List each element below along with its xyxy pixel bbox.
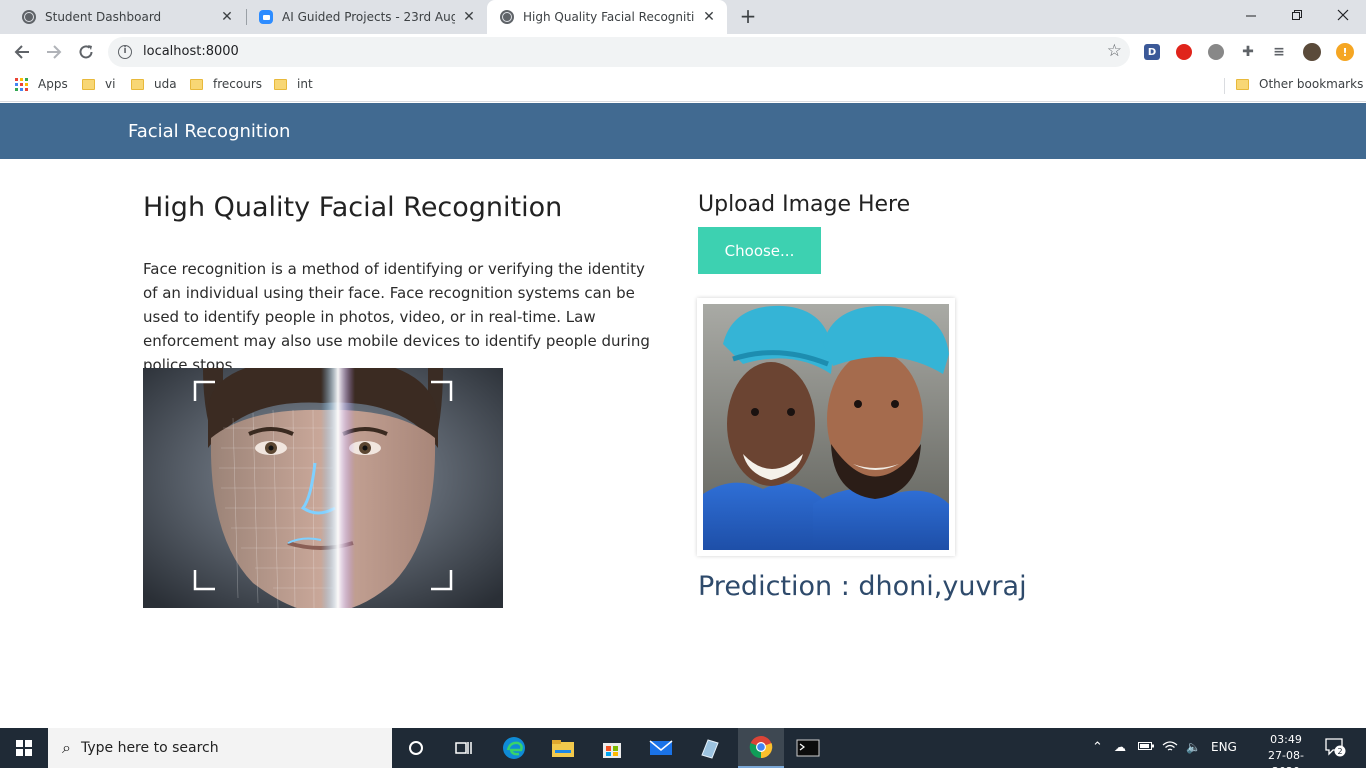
file-explorer-icon[interactable] — [547, 732, 579, 764]
reload-icon — [79, 45, 93, 59]
search-icon: ⌕ — [62, 738, 71, 757]
apps-grid-icon — [15, 77, 28, 91]
bookmark-label: Apps — [38, 77, 68, 91]
choose-file-button[interactable]: Choose... — [698, 227, 821, 274]
bookmark-label: uda — [154, 77, 177, 91]
bookmark-frecours[interactable]: frecours — [190, 77, 262, 91]
bookmark-label: vi — [105, 77, 116, 91]
extension-d-icon[interactable]: D — [1144, 44, 1160, 60]
upload-heading: Upload Image Here — [698, 192, 911, 217]
start-button[interactable] — [0, 728, 48, 768]
tab-facial-recognition[interactable]: High Quality Facial Recognition ✕ — [487, 0, 727, 34]
arrow-right-icon — [47, 45, 62, 59]
bookmark-vi[interactable]: vi — [82, 77, 115, 91]
extension-circle-icon[interactable] — [1208, 44, 1224, 60]
store-icon[interactable] — [596, 732, 628, 764]
restore-button[interactable] — [1274, 0, 1320, 30]
globe-icon — [500, 10, 514, 24]
tab-ai-guided-projects[interactable]: AI Guided Projects - 23rd August ✕ — [237, 0, 487, 34]
task-view-icon[interactable] — [448, 732, 480, 764]
other-bookmarks[interactable]: Other bookmarks — [1236, 77, 1363, 91]
zoom-icon — [259, 10, 273, 24]
bookmarks-bar: Apps vi uda frecours int Other bookmarks — [0, 70, 1366, 102]
notification-center-icon[interactable]: 2 — [1324, 737, 1346, 760]
new-tab-button[interactable]: + — [736, 5, 760, 29]
reload-button[interactable] — [72, 38, 100, 66]
notification-count: 2 — [1337, 747, 1342, 756]
close-icon[interactable]: ✕ — [461, 9, 477, 25]
page-heading: High Quality Facial Recognition — [143, 192, 563, 223]
chrome-taskbar-icon[interactable] — [738, 728, 784, 768]
tab-title: High Quality Facial Recognition — [523, 10, 695, 24]
folder-icon — [274, 78, 287, 90]
folder-icon — [82, 78, 95, 90]
uploaded-photo — [703, 304, 949, 550]
tab-title: AI Guided Projects - 23rd August — [282, 10, 455, 24]
prediction-result: Prediction : dhoni,yuvraj — [698, 571, 1027, 602]
update-alert-icon[interactable]: ! — [1336, 43, 1354, 61]
clock[interactable]: 03:49 27-08-2020 — [1256, 732, 1316, 780]
arrow-left-icon — [14, 45, 29, 59]
battery-icon[interactable] — [1138, 740, 1154, 754]
clock-time: 03:49 — [1270, 733, 1302, 746]
close-window-button[interactable] — [1320, 0, 1366, 30]
app-icon[interactable] — [694, 732, 726, 764]
other-bookmarks-label: Other bookmarks — [1259, 77, 1364, 91]
mail-icon[interactable] — [645, 732, 677, 764]
media-queue-icon[interactable]: ≡ — [1271, 44, 1287, 60]
bookmark-apps[interactable]: Apps — [15, 77, 68, 91]
wifi-icon[interactable] — [1162, 740, 1178, 755]
close-icon[interactable]: ✕ — [219, 9, 235, 25]
back-button[interactable] — [8, 38, 36, 66]
bookmark-label: frecours — [213, 77, 263, 91]
minimize-button[interactable] — [1228, 0, 1274, 30]
volume-icon[interactable]: 🔈 — [1186, 740, 1201, 754]
search-placeholder: Type here to search — [80, 740, 219, 756]
bookmark-label: int — [297, 77, 313, 91]
site-navbar: Facial Recognition — [0, 103, 1366, 159]
tab-title: Student Dashboard — [45, 10, 162, 24]
clock-date: 27-08-2020 — [1268, 749, 1304, 778]
url-text[interactable]: localhost:8000 — [143, 44, 239, 59]
browser-toolbar: i localhost:8000 ☆ D ✚ ≡ ! — [0, 34, 1366, 70]
close-icon[interactable]: ✕ — [701, 9, 717, 25]
tab-student-dashboard[interactable]: Student Dashboard ✕ — [0, 0, 245, 34]
browser-tab-strip: Student Dashboard ✕ AI Guided Projects -… — [0, 0, 1366, 34]
adblock-icon[interactable] — [1176, 44, 1192, 60]
windows-taskbar: ⌕ Type here to search ⌃ ☁ 🔈 ENG 03:49 27… — [0, 728, 1366, 778]
language-indicator[interactable]: ENG — [1211, 740, 1237, 754]
folder-icon — [190, 78, 203, 90]
forward-button[interactable] — [40, 38, 68, 66]
terminal-icon[interactable] — [792, 732, 824, 764]
close-icon — [1337, 9, 1349, 21]
folder-icon — [1236, 78, 1249, 90]
cloud-icon[interactable]: ☁ — [1114, 740, 1126, 754]
chevron-up-icon[interactable]: ⌃ — [1092, 740, 1103, 755]
cortana-icon[interactable] — [400, 732, 432, 764]
bookmark-uda[interactable]: uda — [131, 77, 177, 91]
bookmark-star-icon[interactable]: ☆ — [1107, 41, 1122, 61]
edge-browser-icon[interactable] — [498, 732, 530, 764]
restore-icon — [1291, 9, 1302, 20]
avatar[interactable] — [1303, 43, 1321, 61]
minimize-icon — [1245, 15, 1256, 16]
globe-icon — [22, 10, 36, 24]
bookmarks-divider — [1224, 78, 1225, 94]
taskbar-search[interactable]: ⌕ Type here to search — [48, 728, 392, 768]
extension-d-label: D — [1147, 46, 1157, 58]
windows-logo-icon — [16, 740, 32, 756]
uploaded-image-preview — [697, 298, 955, 556]
puzzle-icon[interactable]: ✚ — [1240, 44, 1256, 60]
info-icon[interactable]: i — [118, 45, 132, 59]
description-text: Face recognition is a method of identify… — [143, 260, 650, 374]
face-recognition-illustration — [143, 368, 503, 608]
folder-icon — [131, 78, 144, 90]
bookmark-int[interactable]: int — [274, 77, 313, 91]
address-bar[interactable]: i localhost:8000 ☆ — [108, 37, 1130, 67]
navbar-brand[interactable]: Facial Recognition — [128, 121, 290, 142]
